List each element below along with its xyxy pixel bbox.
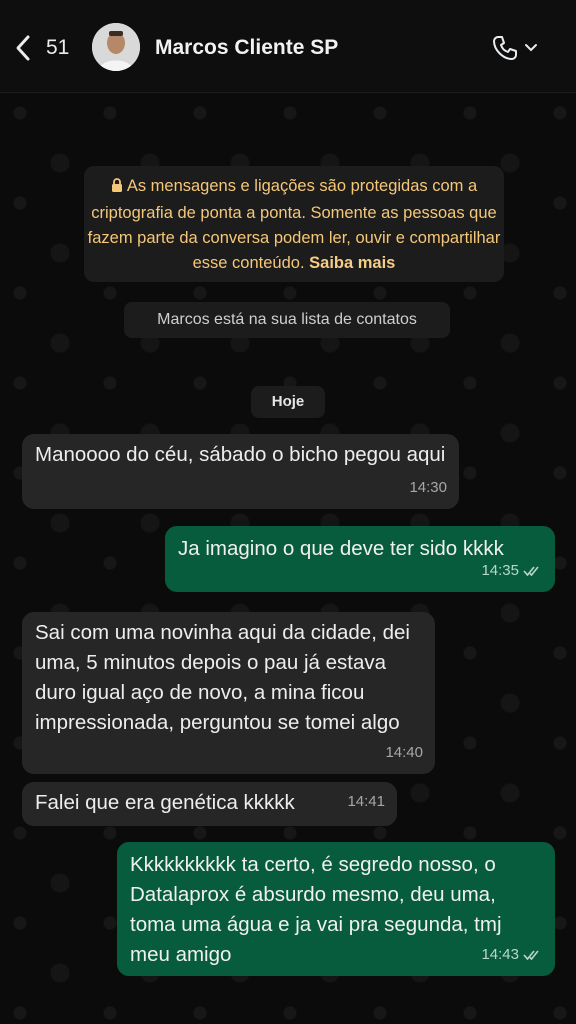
message-text: Manoooo do céu, sábado o bicho pegou aqu… (35, 443, 446, 466)
chat-header: 51 Marcos Cliente SP (0, 0, 576, 93)
avatar-image (92, 23, 140, 71)
message-bubble-outgoing[interactable]: Ja imagino o que deve ter sido kkkk 14:3… (165, 526, 555, 592)
chevron-down-icon (525, 44, 537, 52)
message-bubble-outgoing[interactable]: Kkkkkkkkkk ta certo, é segredo nosso, o … (117, 842, 555, 976)
phone-icon (493, 36, 517, 60)
contact-info-message: Marcos está na sua lista de contatos (124, 302, 450, 338)
message-text: Kkkkkkkkkk ta certo, é segredo nosso, o … (130, 853, 502, 966)
message-bubble-incoming[interactable]: Falei que era genética kkkkk 14:41 (22, 782, 397, 826)
message-bubble-incoming[interactable]: Sai com uma novinha aqui da cidade, dei … (22, 612, 435, 774)
learn-more-link[interactable]: Saiba mais (309, 254, 395, 272)
unread-count[interactable]: 51 (46, 36, 69, 60)
call-button[interactable] (490, 32, 542, 64)
message-time: 14:43 (481, 946, 519, 963)
message-text: Ja imagino o que deve ter sido kkkk (178, 537, 504, 560)
lock-icon (111, 176, 123, 201)
message-text: Falei que era genética kkkkk (35, 791, 295, 814)
chevron-left-icon (16, 35, 30, 61)
message-text: Sai com uma novinha aqui da cidade, dei … (35, 621, 410, 734)
encryption-notice-text: As mensagens e ligações são protegidas c… (87, 177, 501, 272)
message-time: 14:41 (347, 793, 385, 810)
message-time: 14:30 (409, 479, 447, 496)
contact-name[interactable]: Marcos Cliente SP (155, 36, 338, 60)
date-separator: Hoje (251, 386, 325, 418)
message-bubble-incoming[interactable]: Manoooo do céu, sábado o bicho pegou aqu… (22, 434, 459, 509)
message-time: 14:40 (385, 744, 423, 761)
encryption-notice[interactable]: As mensagens e ligações são protegidas c… (84, 166, 504, 282)
avatar[interactable] (92, 23, 140, 71)
double-check-icon (523, 566, 539, 577)
double-check-icon (523, 950, 539, 961)
message-time: 14:35 (481, 562, 519, 579)
